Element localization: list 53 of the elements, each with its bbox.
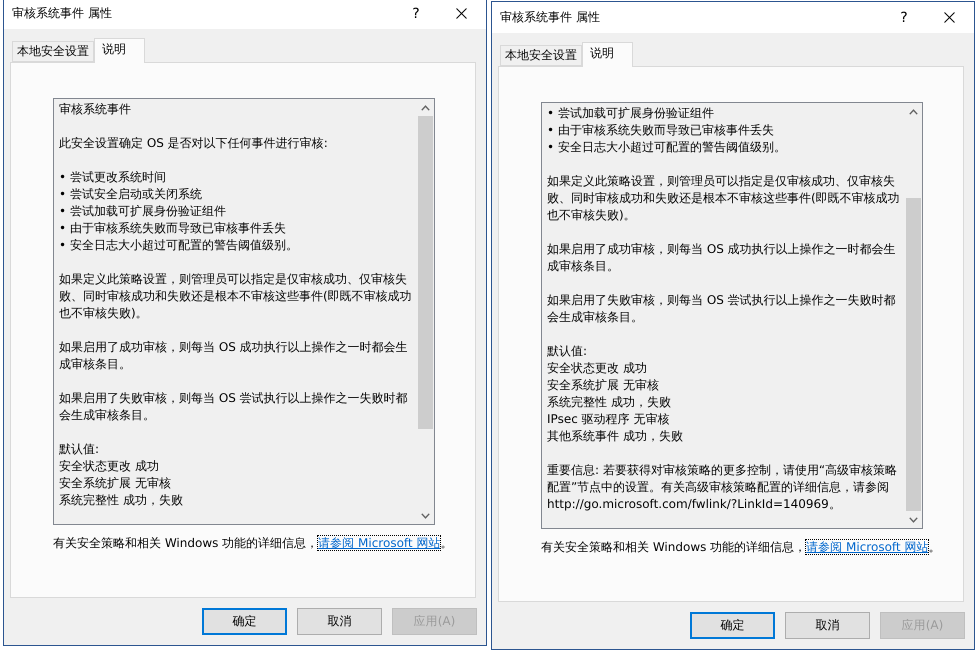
bullet-item: • 尝试加载可扩展身份验证组件 xyxy=(59,203,227,220)
description-paragraph: 此安全设置确定 OS 是否对以下任何事件进行审核: xyxy=(59,135,329,152)
help-button[interactable]: ? xyxy=(394,0,438,29)
close-icon xyxy=(456,8,466,19)
description-paragraph: 审核系统事件 xyxy=(59,101,132,118)
window-title: 审核系统事件 属性 xyxy=(499,9,600,26)
chevron-up-icon xyxy=(421,104,430,110)
microsoft-website-link[interactable]: 请参阅 Microsoft 网站 xyxy=(318,536,440,550)
help-button[interactable]: ? xyxy=(882,2,926,33)
bullet-item: • 由于审核系统失败而导致已审核事件丢失 xyxy=(59,220,287,237)
description-paragraph: 如果启用了失败审核，则每当 OS 尝试执行以上操作之一失败时都会生成审核条目。 xyxy=(547,292,897,326)
info-text: 有关安全策略和相关 Windows 功能的详细信息，请参阅 Microsoft 网站。 xyxy=(541,539,942,556)
chevron-down-icon xyxy=(421,512,430,518)
window-title: 审核系统事件 属性 xyxy=(11,5,112,22)
chevron-up-icon xyxy=(909,108,918,114)
description-paragraph: 如果启用了失败审核，则每当 OS 尝试执行以上操作之一失败时都会生成审核条目。 xyxy=(59,390,409,424)
tab[interactable]: 说明 xyxy=(582,42,633,67)
description-line: 默认值: xyxy=(59,441,100,458)
scrollbar-thumb[interactable] xyxy=(418,116,433,429)
scrollbar-thumb[interactable] xyxy=(906,198,921,511)
description-paragraph: 重要信息: 若要获得对审核策略的更多控制，请使用“高级审核策略配置”节点中的设置。有关高级审核策略配置的详细信息，请参阅 http://go.microsoft.com/fwlink/?LinkId=140969。 xyxy=(547,462,898,513)
cancel-button[interactable]: 取消 xyxy=(297,608,382,635)
microsoft-website-link[interactable]: 请参阅 Microsoft 网站 xyxy=(806,540,928,554)
description-line: 安全状态更改 成功 xyxy=(547,360,648,377)
description-line: 系统完整性 成功，失败 xyxy=(59,492,184,509)
bullet-item: • 尝试更改系统时间 xyxy=(59,169,167,186)
description-paragraph: 如果启用了成功审核，则每当 OS 成功执行以上操作之一时都会生成审核条目。 xyxy=(59,339,409,373)
description-line: 安全系统扩展 无审核 xyxy=(59,475,172,492)
tab[interactable]: 本地安全设置 xyxy=(500,45,582,66)
tab[interactable]: 本地安全设置 xyxy=(12,41,94,62)
description-line: 默认值: xyxy=(547,343,588,360)
ok-button[interactable]: 确定 xyxy=(202,608,287,635)
description-paragraph: 如果定义此策略设置，则管理员可以指定是仅审核成功、仅审核失败、同时审核成功和失败还是根本不审核这些事件(即既不审核成功也不审核失败)。 xyxy=(547,173,901,224)
ok-button[interactable]: 确定 xyxy=(690,612,775,639)
bullet-item: • 尝试加载可扩展身份验证组件 xyxy=(547,105,715,122)
description-paragraph: 如果启用了成功审核，则每当 OS 成功执行以上操作之一时都会生成审核条目。 xyxy=(547,241,897,275)
tab[interactable]: 说明 xyxy=(94,38,145,63)
close-icon xyxy=(944,12,954,23)
bullet-item: • 安全日志大小超过可配置的警告阈值级别。 xyxy=(59,237,299,254)
description-text-area[interactable] xyxy=(53,98,435,525)
description-paragraph: 如果定义此策略设置，则管理员可以指定是仅审核成功、仅审核失败、同时审核成功和失败还是根本不审核这些事件(即既不审核成功也不审核失败)。 xyxy=(59,271,413,322)
description-line: 系统完整性 成功，失败 xyxy=(547,394,672,411)
description-line: IPsec 驱动程序 无审核 xyxy=(547,411,670,428)
description-line: 其他系统事件 成功，失败 xyxy=(547,428,684,445)
description-text-area[interactable] xyxy=(541,102,923,529)
chevron-down-icon xyxy=(909,516,918,522)
description-line: 安全系统扩展 无审核 xyxy=(547,377,660,394)
description-line: 安全状态更改 成功 xyxy=(59,458,160,475)
cancel-button[interactable]: 取消 xyxy=(785,612,870,639)
bullet-item: • 尝试安全启动或关闭系统 xyxy=(59,186,203,203)
bullet-item: • 由于审核系统失败而导致已审核事件丢失 xyxy=(547,122,775,139)
info-text: 有关安全策略和相关 Windows 功能的详细信息，请参阅 Microsoft 网站。 xyxy=(53,535,454,552)
bullet-item: • 安全日志大小超过可配置的警告阈值级别。 xyxy=(547,139,787,156)
